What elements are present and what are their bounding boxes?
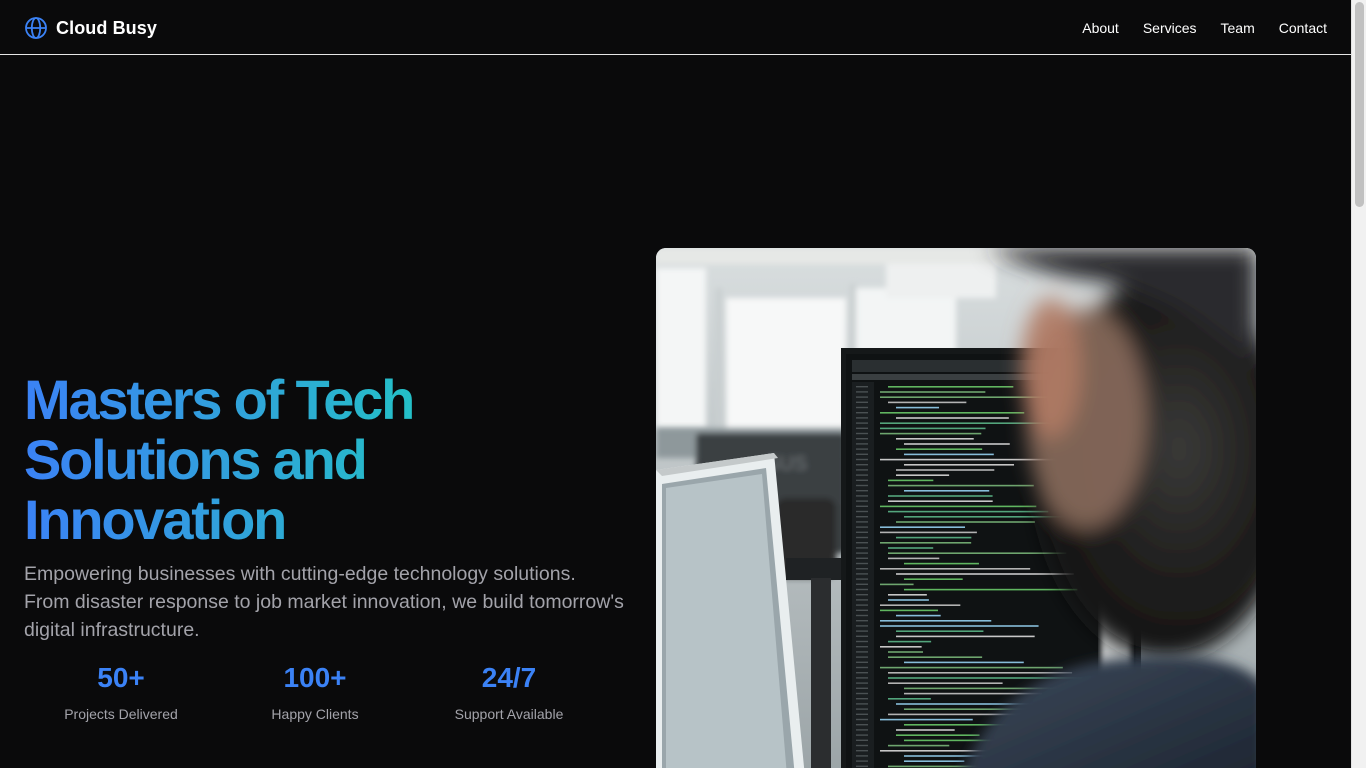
globe-icon [24,16,48,40]
vertical-scrollbar[interactable] [1351,0,1366,768]
nav-link-services[interactable]: Services [1143,18,1197,38]
hero-title: Masters of Tech Solutions and Innovation [24,370,544,550]
stat-value: 24/7 [481,662,537,693]
stat-clients: 100+ Happy Clients [218,660,412,722]
stat-support: 24/7 Support Available [412,660,606,722]
stat-value: 100+ [283,662,347,693]
nav-link-about[interactable]: About [1082,18,1119,38]
nav-link-contact[interactable]: Contact [1279,18,1327,38]
hero-photo-developer-at-monitor: SUS [656,248,1256,768]
stat-label: Happy Clients [271,706,359,722]
scrollbar-thumb[interactable] [1355,2,1364,207]
stat-value: 50+ [97,662,145,693]
main-nav: About Services Team Contact [1058,18,1327,38]
stat-label: Projects Delivered [64,706,178,722]
nav-link-team[interactable]: Team [1221,18,1255,38]
top-navigation-bar: Cloud Busy About Services Team Contact [0,0,1351,55]
page: Cloud Busy About Services Team Contact M… [0,0,1351,768]
brand-name: Cloud Busy [56,17,158,38]
stat-projects: 50+ Projects Delivered [24,660,218,722]
brand-logo-link[interactable]: Cloud Busy [24,16,157,40]
hero-subtitle: Empowering businesses with cutting-edge … [24,563,624,641]
stats-row: 50+ Projects Delivered 100+ Happy Client… [24,660,606,722]
stat-label: Support Available [454,706,564,722]
